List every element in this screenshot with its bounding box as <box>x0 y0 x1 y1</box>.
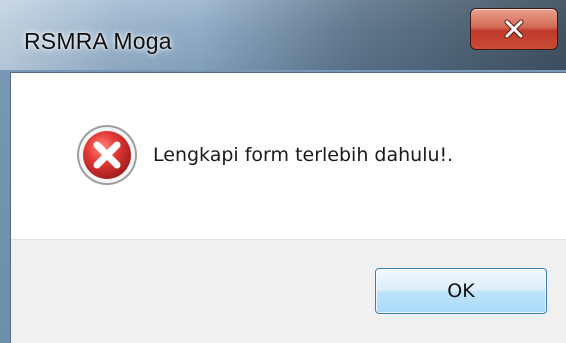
window-title: RSMRA Moga <box>24 28 172 54</box>
ok-button[interactable]: OK <box>375 268 547 314</box>
close-icon <box>504 19 524 39</box>
message-box-window: RSMRA Moga Lengkapi form terlebih dahulu… <box>0 0 566 343</box>
dialog-body: Lengkapi form terlebih dahulu!. OK <box>10 72 566 343</box>
error-message: Lengkapi form terlebih dahulu!. <box>153 144 454 166</box>
error-icon <box>77 125 137 185</box>
button-bar: OK <box>11 239 566 343</box>
close-button[interactable] <box>470 8 558 50</box>
